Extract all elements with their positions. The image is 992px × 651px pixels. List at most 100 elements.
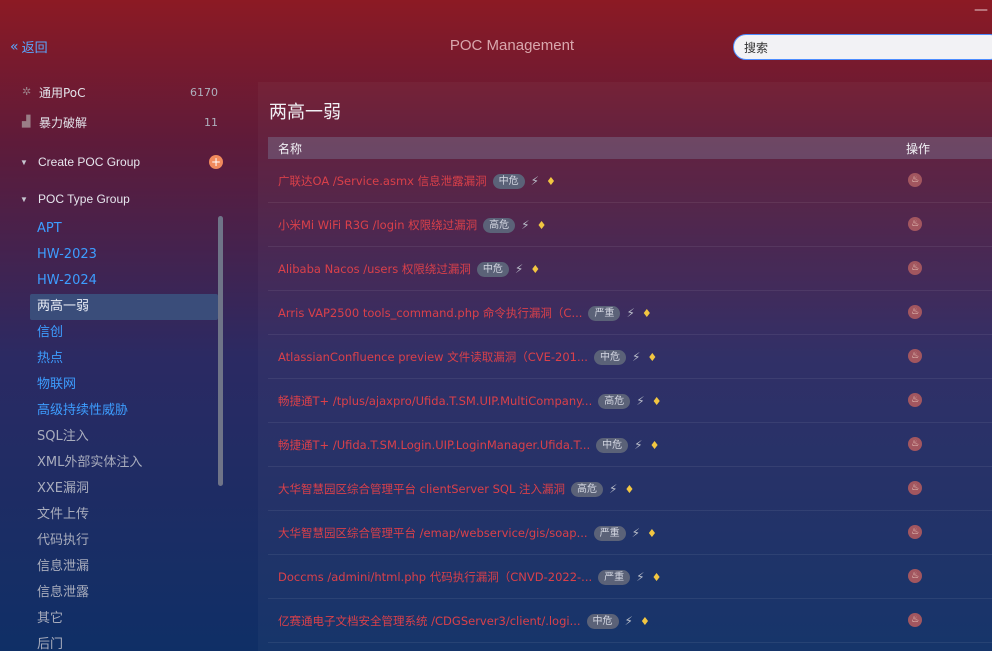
type-item-active[interactable]: 两高一弱	[30, 294, 218, 320]
diamond-icon: ♦	[530, 262, 541, 276]
table-row[interactable]: 畅捷通T+ /tplus/ajaxpro/Ufida.T.SM.UIP.Mult…	[268, 379, 992, 423]
severity-badge: 高危	[483, 217, 516, 233]
severity-badge: 中危	[586, 613, 619, 629]
diamond-icon: ♦	[536, 218, 547, 232]
severity-badge: 严重	[588, 305, 621, 321]
minimize-button[interactable]: —	[974, 2, 988, 18]
action-icon[interactable]: ♨	[908, 349, 922, 363]
severity-badge: 高危	[598, 393, 631, 409]
table-row[interactable]: 广联达OA /Service.asmx 信息泄露漏洞 中危 ⚡ ♦ ♨	[268, 159, 992, 203]
diamond-icon: ♦	[624, 482, 635, 496]
sidebar-item-general-poc[interactable]: ✲ 通用PoC 6170	[22, 82, 222, 102]
group-label: Create POC Group	[38, 155, 141, 169]
diamond-icon: ♦	[546, 174, 556, 188]
poc-name: 亿赛通电子文档安全管理系统 /CDGServer3/client/.logi..…	[278, 614, 581, 628]
poc-name-link[interactable]: AtlassianConfluence preview 文件读取漏洞（CVE-2…	[278, 349, 657, 365]
type-item[interactable]: 后门	[30, 632, 218, 651]
page-title: 两高一弱	[269, 102, 341, 123]
poc-type-group[interactable]: ▼ POC Type Group	[20, 189, 230, 209]
action-icon[interactable]: ♨	[908, 305, 922, 319]
poc-name-link[interactable]: Doccms /admini/html.php 代码执行漏洞（CNVD-2022…	[278, 569, 661, 585]
type-list: APT HW-2023 HW-2024 两高一弱 信创 热点 物联网 高级持续性…	[30, 216, 218, 651]
bolt-icon: ⚡	[636, 570, 645, 584]
type-item[interactable]: 信息泄漏	[30, 554, 218, 580]
poc-name-link[interactable]: 畅捷通T+ /Ufida.T.SM.Login.UIP.LoginManager…	[278, 437, 659, 453]
bolt-icon: ⚡	[514, 262, 524, 276]
diamond-icon: ♦	[651, 570, 662, 584]
column-header-ops: 操作	[906, 142, 931, 156]
bolt-icon: ⚡	[636, 394, 645, 408]
table-row[interactable]: 亿赛通电子文档安全管理系统 /CDGServer3/client/.logi..…	[268, 599, 992, 643]
bolt-icon: ⚡	[624, 614, 633, 628]
poc-name: Doccms /admini/html.php 代码执行漏洞（CNVD-2022…	[278, 570, 593, 584]
type-item[interactable]: 代码执行	[30, 528, 218, 554]
poc-name-link[interactable]: 广联达OA /Service.asmx 信息泄露漏洞 中危 ⚡ ♦	[278, 173, 556, 189]
sidebar-item-brute-force[interactable]: ▟ 暴力破解 11	[22, 112, 222, 132]
poc-name-link[interactable]: 小米Mi WiFi R3G /login 权限绕过漏洞 高危 ⚡ ♦	[278, 217, 546, 233]
action-icon[interactable]: ♨	[908, 613, 922, 627]
poc-name: 广联达OA /Service.asmx 信息泄露漏洞	[278, 174, 487, 188]
group-label: POC Type Group	[38, 192, 130, 206]
action-icon[interactable]: ♨	[908, 393, 922, 407]
create-poc-group[interactable]: ▼ Create POC Group	[20, 152, 230, 172]
table-row[interactable]: AtlassianConfluence preview 文件读取漏洞（CVE-2…	[268, 335, 992, 379]
type-item[interactable]: HW-2024	[30, 268, 218, 294]
type-item[interactable]: APT	[30, 216, 218, 242]
table-row[interactable]: 畅捷通T+ /Ufida.T.SM.Login.UIP.LoginManager…	[268, 423, 992, 467]
action-icon[interactable]: ♨	[908, 437, 922, 451]
table-row[interactable]: 大华智慧园区综合管理平台 clientServer SQL 注入漏洞 高危 ⚡ ♦ ♨	[268, 467, 992, 511]
poc-name-link[interactable]: 大华智慧园区综合管理平台 /emap/webservice/gis/soap..…	[278, 525, 657, 541]
caret-down-icon: ▼	[20, 157, 28, 167]
type-item[interactable]: XML外部实体注入	[30, 450, 218, 476]
action-icon[interactable]: ♨	[908, 569, 922, 583]
type-item[interactable]: 高级持续性威胁	[30, 398, 218, 424]
caret-down-icon: ▼	[20, 194, 28, 204]
bolt-icon: ⚡	[609, 482, 618, 496]
diamond-icon: ♦	[639, 614, 650, 628]
severity-badge: 严重	[598, 569, 631, 585]
bolt-icon: ⚡	[631, 526, 641, 540]
diamond-icon: ♦	[651, 394, 662, 408]
type-item[interactable]: 文件上传	[30, 502, 218, 528]
poc-name-link[interactable]: 畅捷通T+ /tplus/ajaxpro/Ufida.T.SM.UIP.Mult…	[278, 393, 662, 409]
poc-name-link[interactable]: 亿赛通电子文档安全管理系统 /CDGServer3/client/.logi..…	[278, 613, 650, 629]
table-header: 名称 操作	[268, 137, 992, 159]
action-icon[interactable]: ♨	[908, 481, 922, 495]
action-icon[interactable]: ♨	[908, 525, 922, 539]
hammer-icon: ▟	[22, 115, 31, 128]
diamond-icon: ♦	[649, 438, 660, 452]
bolt-icon: ⚡	[631, 350, 641, 364]
type-item[interactable]: 信息泄露	[30, 580, 218, 606]
action-icon[interactable]: ♨	[908, 173, 922, 187]
table-row[interactable]: Arris VAP2500 tools_command.php 命令执行漏洞（C…	[268, 291, 992, 335]
header: « 返回 POC Management	[0, 28, 992, 66]
sidebar-scrollbar[interactable]	[218, 216, 223, 486]
type-item[interactable]: 物联网	[30, 372, 218, 398]
poc-name-link[interactable]: 大华智慧园区综合管理平台 clientServer SQL 注入漏洞 高危 ⚡ ♦	[278, 481, 634, 497]
severity-badge: 中危	[596, 437, 629, 453]
gear-icon: ✲	[22, 85, 32, 98]
type-item[interactable]: SQL注入	[30, 424, 218, 450]
bolt-icon: ⚡	[530, 174, 540, 188]
bolt-icon: ⚡	[626, 306, 635, 320]
action-icon[interactable]: ♨	[908, 261, 922, 275]
type-item[interactable]: HW-2023	[30, 242, 218, 268]
poc-name-link[interactable]: Arris VAP2500 tools_command.php 命令执行漏洞（C…	[278, 305, 652, 321]
severity-badge: 中危	[593, 349, 626, 365]
table-row[interactable]: Doccms /admini/html.php 代码执行漏洞（CNVD-2022…	[268, 555, 992, 599]
bolt-icon: ⚡	[521, 218, 530, 232]
table-row[interactable]: 小米Mi WiFi R3G /login 权限绕过漏洞 高危 ⚡ ♦ ♨	[268, 203, 992, 247]
table-row[interactable]: Alibaba Nacos /users 权限绕过漏洞 中危 ⚡ ♦ ♨	[268, 247, 992, 291]
table-row[interactable]: 大华智慧园区综合管理平台 /emap/webservice/gis/soap..…	[268, 511, 992, 555]
add-group-button[interactable]: +	[209, 155, 223, 169]
main-panel: 两高一弱 名称 操作 广联达OA /Service.asmx 信息泄露漏洞 中危 ⚡…	[258, 82, 992, 651]
type-item[interactable]: 其它	[30, 606, 218, 632]
type-item[interactable]: 热点	[30, 346, 218, 372]
action-icon[interactable]: ♨	[908, 217, 922, 231]
poc-name-link[interactable]: Alibaba Nacos /users 权限绕过漏洞 中危 ⚡ ♦	[278, 261, 540, 277]
severity-badge: 中危	[492, 173, 525, 189]
search-input[interactable]	[733, 34, 992, 60]
type-item[interactable]: 信创	[30, 320, 218, 346]
severity-badge: 中危	[476, 261, 509, 277]
type-item[interactable]: XXE漏洞	[30, 476, 218, 502]
